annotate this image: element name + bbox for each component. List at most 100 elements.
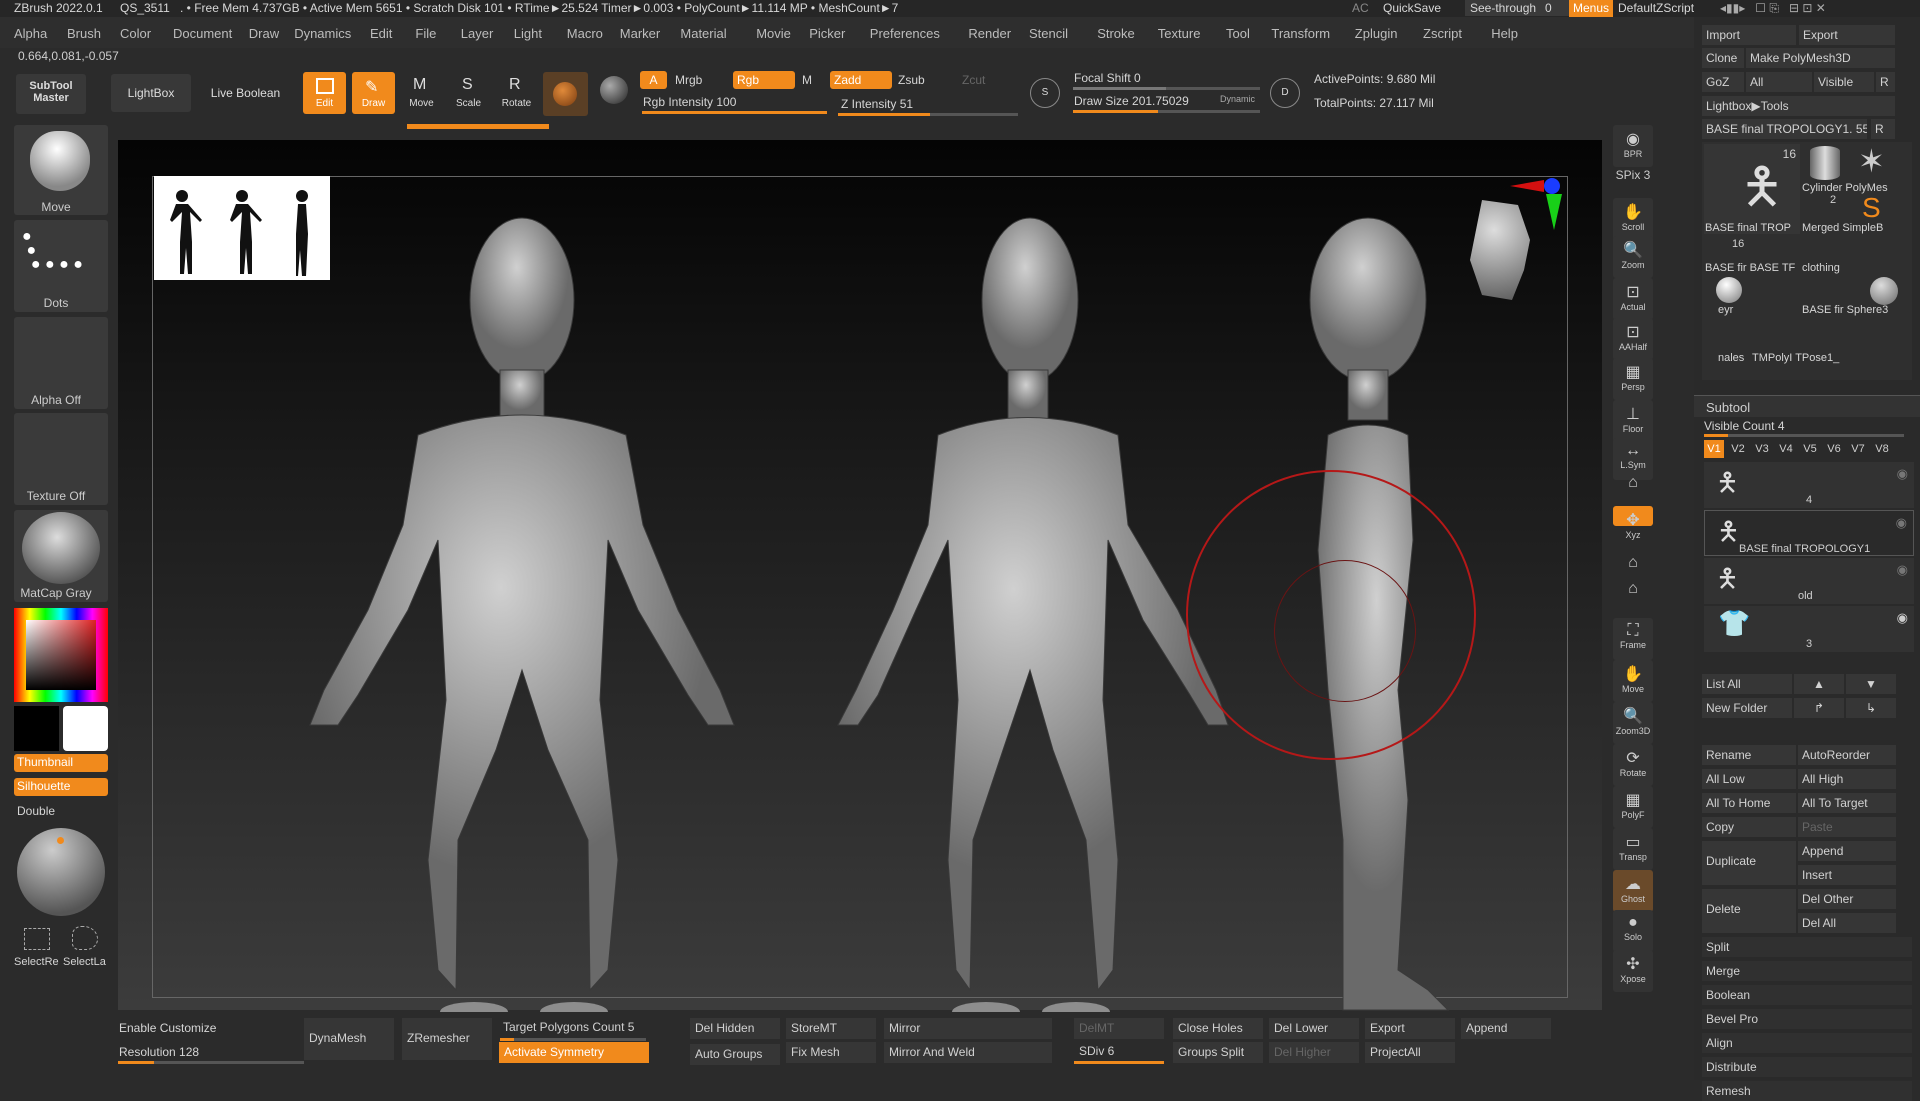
fix-mesh-button[interactable]: Fix Mesh bbox=[786, 1042, 876, 1063]
version-tab-v6[interactable]: V6 bbox=[1824, 440, 1844, 458]
lightbox-button[interactable]: LightBox bbox=[111, 74, 191, 112]
d-sphere-icon[interactable]: D bbox=[1270, 78, 1300, 108]
rgb-intensity-slider[interactable]: Rgb Intensity 100 bbox=[643, 95, 736, 109]
move-up-arrow-icon[interactable]: ▲ bbox=[1794, 674, 1844, 694]
bevel-pro-section[interactable]: Bevel Pro bbox=[1702, 1009, 1912, 1029]
all-high-button[interactable]: All High bbox=[1798, 769, 1896, 789]
all-to-home-button[interactable]: All To Home bbox=[1702, 793, 1796, 813]
zadd-toggle[interactable]: Zadd bbox=[830, 71, 892, 89]
snake-icon[interactable]: S bbox=[1862, 192, 1881, 224]
del-lower-button[interactable]: Del Lower bbox=[1269, 1018, 1359, 1039]
version-tab-v7[interactable]: V7 bbox=[1848, 440, 1868, 458]
zcut-toggle[interactable]: Zcut bbox=[962, 73, 985, 87]
projectall-button[interactable]: ProjectAll bbox=[1365, 1042, 1455, 1063]
del-all-button[interactable]: Del All bbox=[1798, 913, 1896, 933]
menu-movie[interactable]: Movie bbox=[756, 26, 791, 41]
bpr-button[interactable]: ◉ BPR bbox=[1613, 125, 1653, 167]
activate-symmetry-button[interactable]: Activate Symmetry bbox=[499, 1042, 649, 1063]
menu-texture[interactable]: Texture bbox=[1158, 26, 1201, 41]
dynamic-toggle[interactable]: Dynamic bbox=[1220, 94, 1255, 104]
texture-thumbnail[interactable]: Texture Off bbox=[14, 413, 108, 505]
duplicate-button[interactable]: Duplicate bbox=[1702, 841, 1796, 885]
silhouette-toggle[interactable]: Silhouette bbox=[14, 778, 108, 796]
new-folder-button[interactable]: New Folder bbox=[1702, 698, 1792, 718]
version-tab-v4[interactable]: V4 bbox=[1776, 440, 1796, 458]
delete-button[interactable]: Delete bbox=[1702, 889, 1796, 933]
zsub-toggle[interactable]: Zsub bbox=[898, 73, 925, 87]
menu-stencil[interactable]: Stencil bbox=[1029, 26, 1068, 41]
canvas-viewport[interactable] bbox=[118, 140, 1602, 1022]
menu-zscript[interactable]: Zscript bbox=[1423, 26, 1462, 41]
subtool-row-0[interactable]: 🯅 4 ◉ bbox=[1704, 462, 1914, 508]
align-section[interactable]: Align bbox=[1702, 1033, 1912, 1053]
menu-document[interactable]: Document bbox=[173, 26, 232, 41]
delmt-button[interactable]: DelMT bbox=[1074, 1018, 1164, 1039]
clone-button[interactable]: Clone bbox=[1702, 48, 1744, 68]
quicksave-button[interactable]: QuickSave bbox=[1383, 1, 1441, 15]
visible-button[interactable]: Visible bbox=[1814, 72, 1874, 92]
select-rect-icon[interactable] bbox=[24, 928, 50, 950]
goz-button[interactable]: GoZ bbox=[1702, 72, 1744, 92]
append-button[interactable]: Append bbox=[1798, 841, 1896, 861]
zremesher-button[interactable]: ZRemesher bbox=[402, 1018, 492, 1060]
rotate-button[interactable]: R Rotate bbox=[494, 72, 539, 114]
select-lasso-icon[interactable] bbox=[72, 926, 98, 950]
sdiv-slider[interactable]: SDiv 6 bbox=[1074, 1041, 1164, 1062]
secondary-color-swatch[interactable] bbox=[14, 706, 59, 751]
material-thumbnail[interactable]: MatCap Gray bbox=[14, 510, 108, 602]
make-polymesh-button[interactable]: Make PolyMesh3D bbox=[1746, 48, 1895, 68]
autoreorder-button[interactable]: AutoReorder bbox=[1798, 745, 1896, 765]
version-tab-v5[interactable]: V5 bbox=[1800, 440, 1820, 458]
m-toggle[interactable]: M bbox=[802, 73, 812, 87]
menu-picker[interactable]: Picker bbox=[809, 26, 845, 41]
aahalf-button[interactable]: ⊡ AAHalf bbox=[1613, 318, 1653, 360]
mirror-button[interactable]: Mirror bbox=[884, 1018, 1052, 1039]
axis-gizmo-icon[interactable] bbox=[1510, 174, 1562, 234]
menus-button[interactable]: Menus bbox=[1569, 0, 1614, 17]
dynamesh-button[interactable]: DynaMesh bbox=[304, 1018, 394, 1060]
del-other-button[interactable]: Del Other bbox=[1798, 889, 1896, 909]
subtool-master-button[interactable]: SubTool Master bbox=[16, 74, 86, 114]
shelf-spacer-button[interactable]: ⌂ bbox=[1613, 576, 1653, 600]
solo-button[interactable]: ● Solo bbox=[1613, 910, 1653, 952]
focal-shift-slider[interactable]: Focal Shift 0 bbox=[1074, 71, 1141, 85]
edit-button[interactable]: Edit bbox=[303, 72, 346, 114]
menu-material[interactable]: Material bbox=[680, 26, 726, 41]
export-button-bottom[interactable]: Export bbox=[1365, 1018, 1455, 1039]
persp-button[interactable]: ▦ Persp bbox=[1613, 358, 1653, 400]
menu-help[interactable]: Help bbox=[1491, 26, 1518, 41]
light-sphere-icon[interactable] bbox=[17, 828, 105, 916]
lightbox-tools-button[interactable]: Lightbox▶Tools bbox=[1702, 96, 1895, 116]
draw-button[interactable]: ✎ Draw bbox=[352, 72, 395, 114]
floor-button[interactable]: ⊥ Floor bbox=[1613, 400, 1653, 442]
split-section[interactable]: Split bbox=[1702, 937, 1912, 957]
move-button[interactable]: ✋ Move bbox=[1613, 660, 1653, 702]
frame-button[interactable]: ⛶ Frame bbox=[1613, 618, 1653, 660]
target-polygons-slider[interactable]: Target Polygons Count 5 bbox=[498, 1017, 648, 1038]
star-icon[interactable]: ✶ bbox=[1858, 142, 1885, 180]
list-all-button[interactable]: List All bbox=[1702, 674, 1792, 694]
primary-color-swatch[interactable] bbox=[63, 706, 108, 751]
storemt-button[interactable]: StoreMT bbox=[786, 1018, 876, 1039]
z-intensity-slider[interactable]: Z Intensity 51 bbox=[841, 97, 913, 111]
del-hidden-button[interactable]: Del Hidden bbox=[690, 1018, 780, 1039]
see-through-slider[interactable]: See-through bbox=[1470, 1, 1536, 15]
menu-stroke[interactable]: Stroke bbox=[1097, 26, 1135, 41]
draw-size-slider[interactable]: Draw Size 201.75029 bbox=[1074, 94, 1189, 108]
folder-in-icon[interactable]: ↱ bbox=[1794, 698, 1844, 718]
xyz-button[interactable]: ✥ Xyz bbox=[1613, 506, 1653, 540]
zoom3d-button[interactable]: 🔍 Zoom3D bbox=[1613, 702, 1653, 744]
mrgb-toggle[interactable]: Mrgb bbox=[675, 73, 702, 87]
zoom-button[interactable]: 🔍 Zoom bbox=[1613, 236, 1653, 278]
stroke-thumbnail[interactable]: ● ● ● ● ● ● Dots bbox=[14, 220, 108, 312]
folder-out-icon[interactable]: ↳ bbox=[1846, 698, 1896, 718]
thumbnail-toggle[interactable]: Thumbnail bbox=[14, 754, 108, 772]
move-down-arrow-icon[interactable]: ▼ bbox=[1846, 674, 1896, 694]
menu-preferences[interactable]: Preferences bbox=[870, 26, 940, 41]
tool-r-button[interactable]: R bbox=[1871, 119, 1895, 139]
export-button[interactable]: Export bbox=[1799, 25, 1895, 45]
resolution-slider[interactable]: Resolution 128 bbox=[119, 1045, 199, 1059]
subtool-row-1[interactable]: 🯅 BASE final TROPOLOGY1 ◉ bbox=[1704, 510, 1914, 556]
menu-transform[interactable]: Transform bbox=[1271, 26, 1330, 41]
current-tool-slider[interactable]: BASE final TROPOLOGY1. 55 bbox=[1702, 119, 1867, 139]
